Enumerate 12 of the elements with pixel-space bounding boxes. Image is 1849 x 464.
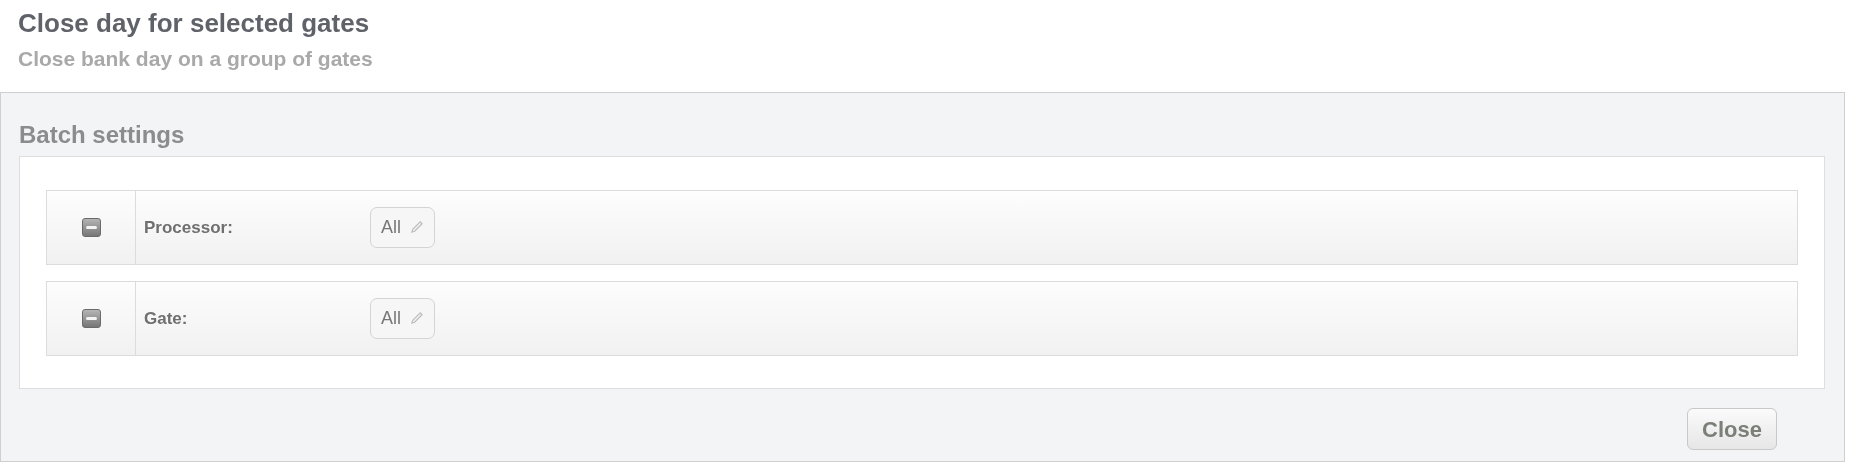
page-title: Close day for selected gates	[18, 7, 371, 40]
pencil-icon	[409, 311, 424, 326]
setting-label: Processor:	[144, 216, 233, 239]
close-button[interactable]: Close	[1687, 408, 1777, 450]
setting-label: Gate:	[144, 307, 188, 330]
indeterminate-checkbox[interactable]	[81, 309, 101, 328]
pencil-icon	[409, 220, 424, 235]
panel-title: Batch settings	[19, 120, 185, 150]
value-button[interactable]: All	[370, 207, 435, 248]
page-subtitle: Close bank day on a group of gates	[18, 46, 374, 72]
value-button[interactable]: All	[370, 298, 435, 339]
indeterminate-checkbox[interactable]	[81, 218, 101, 237]
